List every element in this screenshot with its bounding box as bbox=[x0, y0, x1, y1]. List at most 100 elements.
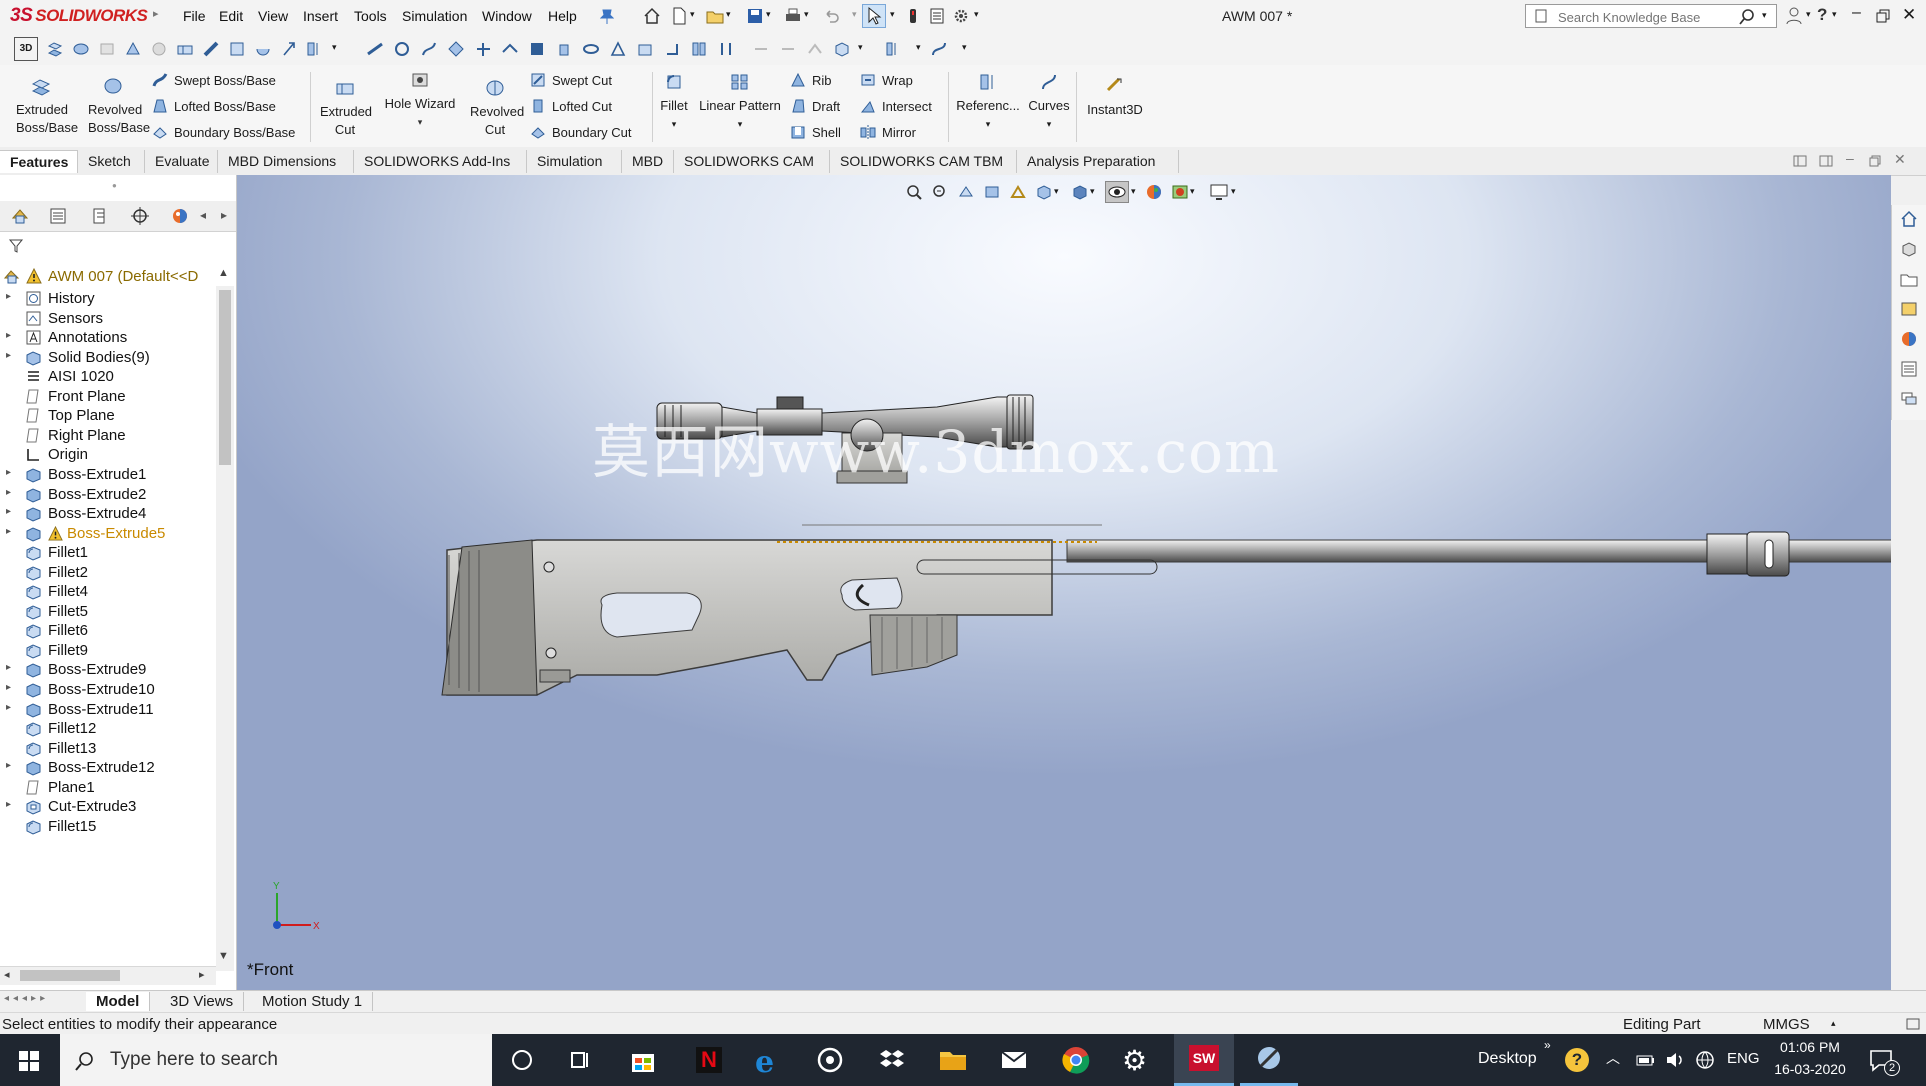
hide-show-items-button[interactable] bbox=[1105, 181, 1129, 203]
tree-h-scrollbar[interactable]: ◂ ▸ bbox=[0, 966, 216, 985]
draft-tool-icon[interactable] bbox=[555, 40, 573, 58]
toolbar-dropdown-3-icon[interactable]: ▾ bbox=[916, 42, 921, 53]
tree-item-fillet15[interactable]: Fillet15 bbox=[0, 815, 216, 839]
logo-expand-icon[interactable]: ▸ bbox=[153, 7, 159, 20]
account-dropdown-icon[interactable]: ▾ bbox=[1806, 9, 1811, 20]
shell-button[interactable]: Shell bbox=[790, 124, 841, 140]
toolbar-dropdown-4-icon[interactable]: ▾ bbox=[962, 42, 967, 53]
move-face-tool-icon[interactable] bbox=[752, 40, 770, 58]
tree-root[interactable]: AWM 007 (Default<<D bbox=[0, 265, 216, 289]
help-dropdown-icon[interactable]: ▾ bbox=[1832, 9, 1837, 20]
deform-tool-icon[interactable] bbox=[690, 40, 708, 58]
expand-arrow-icon[interactable]: ▸ bbox=[6, 799, 11, 810]
3d-sketch-icon[interactable]: 3D bbox=[14, 37, 38, 61]
rib-tool-icon[interactable] bbox=[501, 40, 519, 58]
boundary-boss-button[interactable]: Boundary Boss/Base bbox=[152, 124, 295, 140]
tabs-scroll-right-icon[interactable]: ▸ bbox=[221, 208, 227, 222]
toolbar-dropdown-2-icon[interactable]: ▾ bbox=[858, 42, 863, 53]
search-icon[interactable] bbox=[1738, 8, 1756, 26]
tab-motion-study-1[interactable]: Motion Study 1 bbox=[252, 992, 374, 1011]
rib-button[interactable]: Rib bbox=[790, 72, 832, 88]
menu-insert[interactable]: Insert bbox=[303, 8, 338, 24]
file-properties-icon[interactable] bbox=[928, 7, 946, 25]
new-document-icon[interactable] bbox=[670, 7, 688, 25]
menu-edit[interactable]: Edit bbox=[219, 8, 243, 24]
rebuild-icon[interactable] bbox=[904, 7, 922, 25]
doc-close-icon[interactable]: ✕ bbox=[1894, 151, 1906, 168]
help-tray-icon[interactable]: ? bbox=[1565, 1048, 1589, 1072]
home-icon[interactable] bbox=[643, 7, 661, 25]
draft-button[interactable]: Draft bbox=[790, 98, 840, 114]
tab-scroll-arrows[interactable]: ◂◂◂▸▸ bbox=[4, 993, 49, 1004]
expand-arrow-icon[interactable]: ▸ bbox=[6, 330, 11, 341]
graphics-viewport[interactable]: Y X 莫西网www.3dmox.com *Front bbox=[237, 175, 1891, 990]
restore-icon[interactable] bbox=[1876, 9, 1890, 23]
search-knowledge-base[interactable]: ▾ bbox=[1525, 4, 1777, 28]
snipping-tool-taskbar-button[interactable] bbox=[1240, 1034, 1298, 1086]
settings-gear-icon[interactable]: ⚙ bbox=[1122, 1044, 1147, 1077]
circular-pattern-tool-icon[interactable] bbox=[447, 40, 465, 58]
view-palette-icon[interactable] bbox=[1900, 300, 1918, 318]
linear-pattern-dropdown-icon[interactable]: ▾ bbox=[694, 115, 786, 133]
view-settings-dropdown-icon[interactable]: ▾ bbox=[1231, 186, 1236, 197]
wrap-tool-icon[interactable] bbox=[582, 40, 600, 58]
options-gear-icon[interactable] bbox=[952, 7, 970, 25]
solidworks-resources-icon[interactable] bbox=[1900, 210, 1918, 228]
flex-tool-icon[interactable] bbox=[663, 40, 681, 58]
expand-arrow-icon[interactable]: ▸ bbox=[6, 350, 11, 361]
chamfer-tool-icon[interactable] bbox=[393, 40, 411, 58]
reference-geometry-button[interactable]: Referenc... ▾ bbox=[952, 72, 1024, 133]
search-input[interactable] bbox=[1556, 8, 1735, 26]
show-hidden-icons-icon[interactable]: ︿ bbox=[1606, 1048, 1620, 1068]
task-view-icon[interactable] bbox=[568, 1048, 592, 1072]
doc-restore-icon[interactable] bbox=[1869, 155, 1881, 167]
expand-arrow-icon[interactable]: ▸ bbox=[6, 291, 11, 302]
expand-arrow-icon[interactable]: ▸ bbox=[6, 526, 11, 537]
desktop-toolbar-label[interactable]: Desktop bbox=[1478, 1050, 1537, 1068]
feature-manager-tab-icon[interactable] bbox=[10, 206, 30, 226]
extruded-boss-button[interactable]: Extruded Boss/Base bbox=[6, 76, 78, 137]
previous-view-icon[interactable] bbox=[957, 183, 975, 201]
clock[interactable]: 01:06 PM 16-03-2020 bbox=[1770, 1036, 1850, 1080]
battery-icon[interactable] bbox=[1635, 1050, 1657, 1070]
combine-tool-icon[interactable] bbox=[833, 40, 851, 58]
configuration-manager-tab-icon[interactable] bbox=[90, 206, 110, 226]
tile-view-icon[interactable] bbox=[1793, 155, 1807, 167]
lofted-cut-button[interactable]: Lofted Cut bbox=[530, 98, 612, 114]
view-orientation-dropdown-icon[interactable]: ▾ bbox=[1054, 186, 1059, 197]
tab-model[interactable]: Model bbox=[86, 992, 151, 1011]
scene-dropdown-icon[interactable]: ▾ bbox=[1190, 186, 1195, 197]
cut-revolve-tool-icon[interactable] bbox=[202, 40, 220, 58]
display-style-icon[interactable] bbox=[1071, 183, 1089, 201]
undo-dropdown-icon[interactable]: ▾ bbox=[852, 9, 857, 20]
linear-pattern-tool-icon[interactable] bbox=[420, 40, 438, 58]
edit-appearance-icon[interactable] bbox=[1145, 183, 1163, 201]
taskbar-search-box[interactable]: Type here to search bbox=[60, 1034, 492, 1086]
file-explorer-taskbar-icon[interactable] bbox=[938, 1046, 968, 1074]
dome-tool-icon[interactable] bbox=[636, 40, 654, 58]
tree-scroll-down-icon[interactable]: ▼ bbox=[218, 950, 229, 962]
cut-swept-tool-icon[interactable] bbox=[228, 40, 246, 58]
mail-icon[interactable] bbox=[1000, 1048, 1028, 1072]
expand-arrow-icon[interactable]: ▸ bbox=[6, 702, 11, 713]
netflix-icon[interactable]: N bbox=[696, 1047, 722, 1073]
units-selector[interactable]: MMGS bbox=[1763, 1016, 1810, 1033]
print-dropdown-icon[interactable]: ▾ bbox=[804, 9, 809, 20]
cortana-icon[interactable] bbox=[510, 1048, 534, 1072]
fillet-tool-icon[interactable] bbox=[366, 40, 384, 58]
intersect-button[interactable]: Intersect bbox=[860, 98, 932, 114]
mirror-button[interactable]: Mirror bbox=[860, 124, 916, 140]
tab-sketch[interactable]: Sketch bbox=[78, 150, 145, 173]
expand-arrow-icon[interactable]: ▸ bbox=[6, 467, 11, 478]
fillet-button[interactable]: Fillet ▾ bbox=[656, 72, 692, 133]
units-dropdown-icon[interactable]: ▴ bbox=[1831, 1018, 1836, 1029]
pin-icon[interactable] bbox=[600, 8, 614, 24]
mirror-tool-icon[interactable] bbox=[474, 40, 492, 58]
zoom-to-area-icon[interactable] bbox=[931, 183, 949, 201]
instant3d-button[interactable]: Instant3D bbox=[1080, 76, 1150, 119]
save-icon[interactable] bbox=[746, 7, 764, 25]
fillet-dropdown-icon[interactable]: ▾ bbox=[656, 115, 692, 133]
filter-icon[interactable] bbox=[8, 238, 24, 254]
open-dropdown-icon[interactable]: ▾ bbox=[726, 9, 731, 20]
cut-boundary-tool-icon[interactable] bbox=[280, 40, 298, 58]
